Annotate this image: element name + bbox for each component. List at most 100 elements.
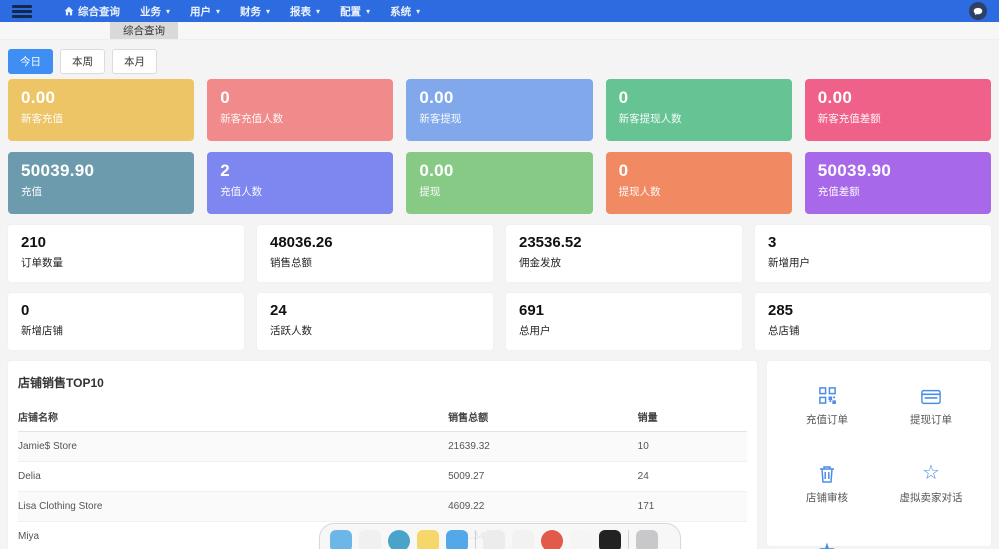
summary-label: 总用户 bbox=[519, 325, 551, 337]
summary-label: 总店铺 bbox=[768, 325, 800, 337]
metric-value: 50039.90 bbox=[21, 161, 95, 180]
chat-button[interactable] bbox=[969, 2, 987, 20]
summary-value: 3 bbox=[768, 234, 777, 251]
column-header: 店铺名称 bbox=[18, 401, 449, 432]
metric-card: 0.00 新客充值差额 bbox=[804, 79, 991, 141]
cell-sales-qty: 10 bbox=[637, 431, 747, 462]
summary-card: 210 订单数量 bbox=[8, 225, 244, 282]
dock-app-icon[interactable] bbox=[416, 530, 439, 549]
cell-store-name: Lisa Clothing Store bbox=[18, 491, 449, 522]
metric-label: 提现人数 bbox=[618, 186, 661, 198]
tab-overview[interactable]: 综合查询 bbox=[110, 22, 178, 39]
quick-action-virtual-seller-chat[interactable]: ☆ 虚拟卖家对话 bbox=[879, 461, 983, 505]
chevron-down-icon: ▾ bbox=[216, 6, 221, 16]
metric-card-row-1: 0.00 新客充值 0 新客充值人数 0.00 新客提现 0 新客提现人数 0.… bbox=[8, 79, 991, 141]
summary-label: 订单数量 bbox=[21, 257, 63, 269]
metric-card: 50039.90 充值 bbox=[8, 152, 195, 214]
quick-action-order-list[interactable]: ★ 订单列表71 bbox=[775, 539, 879, 549]
filter-week-button[interactable]: 本周 bbox=[60, 49, 105, 74]
filter-today-button[interactable]: 今日 bbox=[8, 49, 53, 74]
metric-value: 0.00 bbox=[817, 88, 853, 107]
summary-card: 0 新增店铺 bbox=[8, 293, 244, 350]
nav-item-label: 报表 bbox=[290, 5, 312, 18]
chevron-down-icon: ▾ bbox=[316, 6, 321, 16]
metric-value: 0.00 bbox=[21, 88, 56, 107]
metric-value: 0.00 bbox=[419, 161, 454, 180]
table-row[interactable]: Delia 5009.27 24 bbox=[18, 461, 747, 492]
quick-action-label: 店铺审核 bbox=[806, 492, 848, 504]
metric-value: 0 bbox=[618, 88, 629, 107]
metric-label: 充值 bbox=[21, 186, 42, 198]
cell-sales-amount: 4609.22 bbox=[448, 491, 638, 522]
summary-value: 48036.26 bbox=[270, 234, 333, 251]
filter-month-button[interactable]: 本月 bbox=[112, 49, 157, 74]
summary-card: 285 总店铺 bbox=[755, 293, 991, 350]
quick-action-store-review[interactable]: 店铺审核 bbox=[775, 461, 879, 505]
summary-value: 0 bbox=[21, 302, 30, 319]
nav-item-business[interactable]: 业务 ▾ bbox=[140, 4, 170, 19]
metric-label: 新客充值 bbox=[21, 113, 63, 125]
metric-card: 0 提现人数 bbox=[605, 152, 792, 214]
dock-app-icon[interactable] bbox=[329, 530, 352, 549]
dock-app-icon[interactable] bbox=[540, 530, 563, 549]
nav-item-users[interactable]: 用户 ▾ bbox=[190, 4, 220, 19]
summary-card: 24 活跃人数 bbox=[257, 293, 493, 350]
chevron-down-icon: ▾ bbox=[166, 6, 171, 16]
metric-card: 0 新客提现人数 bbox=[605, 79, 792, 141]
cell-sales-qty: 24 bbox=[637, 461, 747, 492]
table-row[interactable]: Lisa Clothing Store 4609.22 171 bbox=[18, 491, 747, 522]
metric-label: 新客提现人数 bbox=[618, 113, 682, 125]
dock-app-icon[interactable] bbox=[569, 530, 592, 549]
trash-icon bbox=[775, 461, 879, 483]
dock-app-icon[interactable] bbox=[598, 530, 621, 549]
dock-app-icon[interactable] bbox=[387, 530, 410, 549]
nav-item-overview[interactable]: 综合查询 bbox=[64, 4, 120, 19]
bottom-section: 店铺销售TOP10 店铺名称 销售总额 销量 Jamie$ Store 2163… bbox=[8, 361, 991, 549]
metric-label: 新客充值人数 bbox=[220, 113, 284, 125]
hamburger-menu-icon[interactable] bbox=[12, 4, 32, 18]
summary-label: 新增店铺 bbox=[21, 325, 63, 337]
quick-action-label: 虚拟卖家对话 bbox=[899, 492, 963, 504]
quick-action-withdraw-orders[interactable]: 提现订单 bbox=[879, 383, 983, 427]
summary-value: 210 bbox=[21, 234, 47, 251]
nav-item-label: 综合查询 bbox=[78, 5, 120, 18]
cell-sales-amount: 21639.32 bbox=[448, 431, 638, 462]
dock-app-icon[interactable] bbox=[482, 530, 505, 549]
summary-card: 23536.52 佣金发放 bbox=[506, 225, 742, 282]
date-filter-group: 今日 本周 本月 bbox=[8, 49, 991, 74]
nav-item-reports[interactable]: 报表 ▾ bbox=[290, 4, 320, 19]
quick-action-label: 充值订单 bbox=[806, 414, 848, 426]
metric-value: 2 bbox=[220, 161, 230, 180]
metric-label: 充值差额 bbox=[817, 186, 860, 198]
summary-label: 销售总额 bbox=[270, 257, 312, 269]
summary-card: 3 新增用户 bbox=[755, 225, 991, 282]
dock-app-icon[interactable] bbox=[445, 530, 468, 549]
quick-action-recharge-orders[interactable]: 充值订单 bbox=[775, 383, 879, 427]
cell-store-name: Delia bbox=[18, 461, 449, 492]
chevron-down-icon: ▾ bbox=[366, 6, 371, 16]
nav-item-config[interactable]: 配置 ▾ bbox=[340, 4, 370, 19]
dock-app-icon[interactable] bbox=[358, 530, 381, 549]
chevron-down-icon: ▾ bbox=[266, 6, 271, 16]
metric-card: 50039.90 充值差额 bbox=[804, 152, 991, 214]
metric-card: 0.00 提现 bbox=[406, 152, 593, 214]
quick-actions-panel: 充值订单 提现订单 店铺审核 ☆ 虚拟卖家对话 ★ bbox=[767, 361, 991, 549]
metric-value: 0 bbox=[220, 88, 230, 107]
sales-top10-panel: 店铺销售TOP10 店铺名称 销售总额 销量 Jamie$ Store 2163… bbox=[8, 361, 757, 549]
table-row[interactable]: Jamie$ Store 21639.32 10 bbox=[18, 431, 747, 462]
cell-sales-amount: 5009.27 bbox=[448, 461, 638, 492]
dock-divider bbox=[474, 530, 476, 549]
tab-bar: 综合查询 bbox=[0, 22, 999, 40]
top-navbar: 综合查询 业务 ▾ 用户 ▾ 财务 ▾ 报表 ▾ 配置 ▾ 系统 ▾ bbox=[0, 0, 999, 22]
summary-label: 活跃人数 bbox=[270, 325, 312, 337]
nav-item-system[interactable]: 系统 ▾ bbox=[390, 4, 420, 19]
macos-dock[interactable] bbox=[318, 523, 681, 549]
nav-item-label: 财务 bbox=[240, 5, 262, 18]
nav-item-label: 配置 bbox=[340, 5, 362, 18]
dock-app-icon[interactable] bbox=[511, 530, 534, 549]
nav-item-finance[interactable]: 财务 ▾ bbox=[240, 4, 270, 19]
metric-label: 新客充值差额 bbox=[817, 113, 881, 125]
chevron-down-icon bbox=[879, 539, 983, 549]
dock-settings-icon[interactable] bbox=[635, 530, 658, 549]
quick-action-return-orders[interactable]: 退货订单30 bbox=[879, 539, 983, 549]
